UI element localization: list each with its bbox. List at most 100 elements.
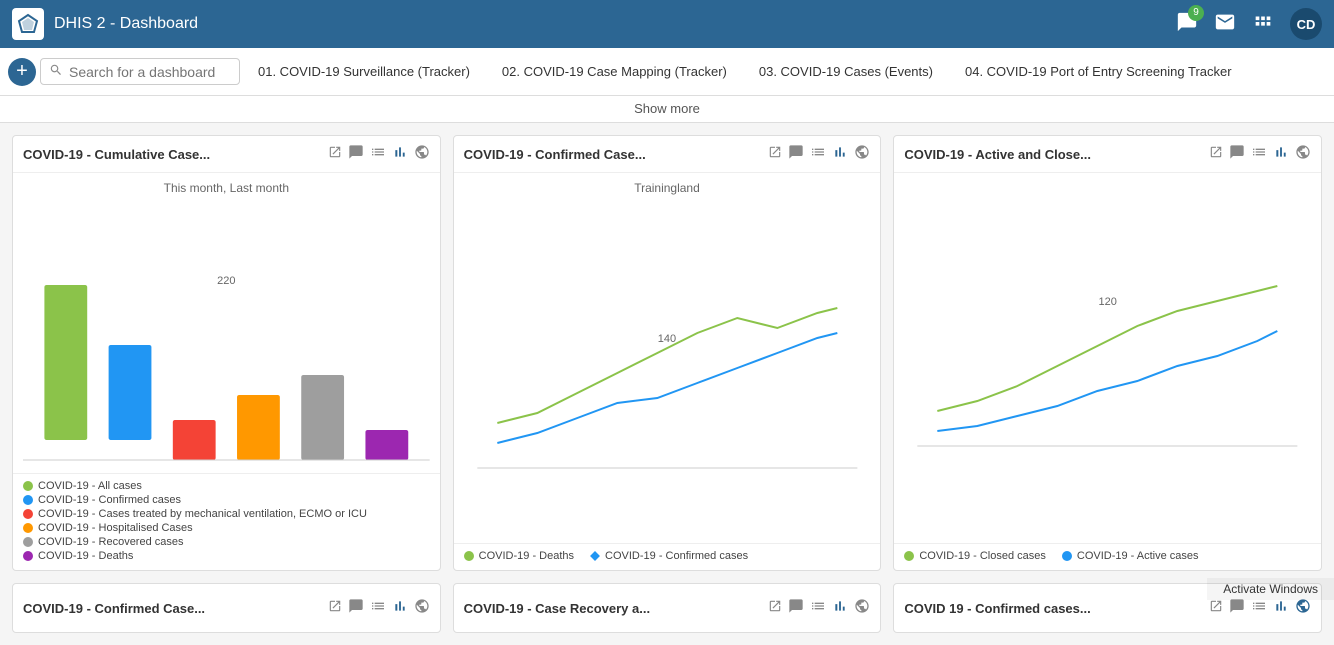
bottom-card3-chart-icon[interactable] [1273,598,1289,618]
card3-body: 120 [894,173,1321,543]
tab-4[interactable]: 04. COVID-19 Port of Entry Screening Tra… [951,58,1246,85]
mail-icon[interactable] [1214,11,1236,38]
legend-dot [23,495,33,505]
bottom-card1-globe-icon[interactable] [414,598,430,618]
show-more-row: Show more [0,96,1334,123]
bottom-cards-row: COVID-19 - Confirmed Case... COVID-19 - … [0,583,1334,645]
card1-title: COVID-19 - Cumulative Case... [23,147,322,162]
legend-dot [23,523,33,533]
show-more-link[interactable]: Show more [634,101,700,116]
legend-item: COVID-19 - Deaths [464,550,574,562]
nav-bar: + 01. COVID-19 Surveillance (Tracker) 02… [0,48,1334,96]
card3-legend-row: COVID-19 - Closed cases COVID-19 - Activ… [904,550,1311,564]
card3-title: COVID-19 - Active and Close... [904,147,1203,162]
legend-dot [23,481,33,491]
bottom-card-2: COVID-19 - Case Recovery a... [453,583,882,633]
tab-2[interactable]: 02. COVID-19 Case Mapping (Tracker) [488,58,741,85]
bottom-card1-ext-icon[interactable] [328,599,342,617]
bottom-card1-chat-icon[interactable] [348,598,364,618]
user-avatar[interactable]: CD [1290,8,1322,40]
card2-subtitle: Trainingland [464,181,871,195]
legend-dot [590,551,600,561]
app-title: DHIS 2 - Dashboard [54,15,198,33]
card2-title: COVID-19 - Confirmed Case... [464,147,763,162]
messages-icon[interactable]: 9 [1176,11,1198,38]
app-logo[interactable] [12,8,44,40]
apps-icon[interactable] [1252,11,1274,38]
bottom-card2-title: COVID-19 - Case Recovery a... [464,601,763,616]
app-header: DHIS 2 - Dashboard 9 CD [0,0,1334,48]
card1-list-icon[interactable] [370,144,386,164]
search-container [40,58,240,85]
legend-dot [1062,551,1072,561]
legend-item: COVID-19 - Cases treated by mechanical v… [23,508,430,520]
card2-chart-icon[interactable] [832,144,848,164]
legend-item: COVID-19 - Confirmed cases [590,550,748,562]
card1-legend: COVID-19 - All cases COVID-19 - Confirme… [13,473,440,570]
legend-item: COVID-19 - Confirmed cases [23,494,430,506]
header-left: DHIS 2 - Dashboard [12,8,198,40]
legend-dot [904,551,914,561]
card1-external-link-icon[interactable] [328,145,342,163]
tab-1[interactable]: 01. COVID-19 Surveillance (Tracker) [244,58,484,85]
card2-globe-icon[interactable] [854,144,870,164]
tab-3[interactable]: 03. COVID-19 Cases (Events) [745,58,947,85]
bottom-card3-chat-icon[interactable] [1229,598,1245,618]
card3-list-icon[interactable] [1251,144,1267,164]
card3-globe-icon[interactable] [1295,144,1311,164]
bottom-card1-title: COVID-19 - Confirmed Case... [23,601,322,616]
legend-item: COVID-19 - Deaths [23,550,430,562]
legend-dot [23,551,33,561]
card1-chat-icon[interactable] [348,144,364,164]
notification-badge: 9 [1188,5,1204,21]
card1-globe-icon[interactable] [414,144,430,164]
legend-dot [23,509,33,519]
card1-body: This month, Last month 220 [13,173,440,473]
legend-item: COVID-19 - All cases [23,480,430,492]
legend-dot [464,551,474,561]
card2-header: COVID-19 - Confirmed Case... [454,136,881,173]
bottom-card1-list-icon[interactable] [370,598,386,618]
bottom-card2-ext-icon[interactable] [768,599,782,617]
bottom-card3-ext-icon[interactable] [1209,599,1223,617]
card-confirmed-cases: COVID-19 - Confirmed Case... Traininglan… [453,135,882,571]
bottom-card3-globe-icon[interactable] [1295,598,1311,618]
bottom-card2-globe-icon[interactable] [854,598,870,618]
header-right: 9 CD [1176,8,1322,40]
search-input[interactable] [69,64,229,80]
card3-chart-icon[interactable] [1273,144,1289,164]
card3-chat-icon[interactable] [1229,144,1245,164]
card2-list-icon[interactable] [810,144,826,164]
card2-external-link-icon[interactable] [768,145,782,163]
bottom-card2-chart-icon[interactable] [832,598,848,618]
add-dashboard-button[interactable]: + [8,58,36,86]
bottom-card3-list-icon[interactable] [1251,598,1267,618]
legend-item: COVID-19 - Active cases [1062,550,1199,562]
search-icon [49,63,63,80]
card3-legend: COVID-19 - Closed cases COVID-19 - Activ… [894,543,1321,570]
bottom-card-1: COVID-19 - Confirmed Case... [12,583,441,633]
bottom-card3-title: COVID 19 - Confirmed cases... [904,601,1203,616]
windows-activation-banner: Activate Windows [1207,578,1334,600]
card1-header: COVID-19 - Cumulative Case... [13,136,440,173]
bottom-card2-list-icon[interactable] [810,598,826,618]
legend-dot [23,537,33,547]
card3-header: COVID-19 - Active and Close... [894,136,1321,173]
legend-item: COVID-19 - Hospitalised Cases [23,522,430,534]
card2-body: Trainingland 140 [454,173,881,543]
card3-external-link-icon[interactable] [1209,145,1223,163]
dashboard-grid: COVID-19 - Cumulative Case... This month… [0,123,1334,583]
card2-legend: COVID-19 - Deaths COVID-19 - Confirmed c… [454,543,881,570]
card1-chart-area: 220 [23,203,430,465]
legend-item: COVID-19 - Closed cases [904,550,1046,562]
card-active-closed: COVID-19 - Active and Close... 120 [893,135,1322,571]
card1-subtitle: This month, Last month [23,181,430,195]
bottom-card2-chat-icon[interactable] [788,598,804,618]
card1-chart-icon[interactable] [392,144,408,164]
windows-banner-text: Activate Windows [1223,582,1318,596]
card-cumulative-cases: COVID-19 - Cumulative Case... This month… [12,135,441,571]
bottom-card1-chart-icon[interactable] [392,598,408,618]
card2-chat-icon[interactable] [788,144,804,164]
card2-legend-row: COVID-19 - Deaths COVID-19 - Confirmed c… [464,550,871,564]
legend-item: COVID-19 - Recovered cases [23,536,430,548]
